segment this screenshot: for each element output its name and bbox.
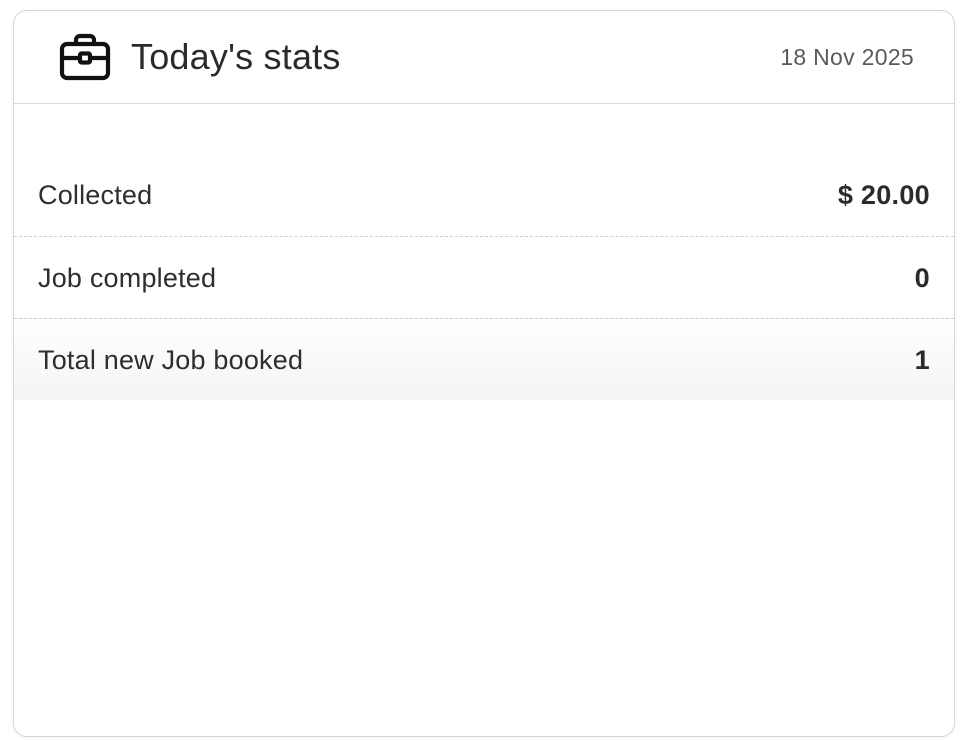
card-header: Today's stats 18 Nov 2025 bbox=[14, 11, 954, 104]
stat-value: 0 bbox=[914, 262, 930, 293]
todays-stats-card: Today's stats 18 Nov 2025 Collected $ 20… bbox=[13, 10, 955, 737]
stat-label: Collected bbox=[38, 180, 153, 210]
card-title: Today's stats bbox=[131, 36, 341, 77]
stat-row-collected: Collected $ 20.00 bbox=[14, 154, 954, 236]
stat-value: 1 bbox=[914, 344, 930, 375]
stat-value: $ 20.00 bbox=[837, 180, 930, 210]
card-date: 18 Nov 2025 bbox=[780, 44, 914, 70]
stat-label: Job completed bbox=[38, 262, 217, 293]
stat-row-job-completed: Job completed 0 bbox=[14, 236, 954, 318]
briefcase-icon bbox=[59, 33, 111, 81]
stat-label: Total new Job booked bbox=[38, 344, 304, 375]
stat-row-total-new-job-booked: Total new Job booked 1 bbox=[14, 318, 954, 400]
stats-list: Collected $ 20.00 Job completed 0 Total … bbox=[14, 154, 954, 400]
